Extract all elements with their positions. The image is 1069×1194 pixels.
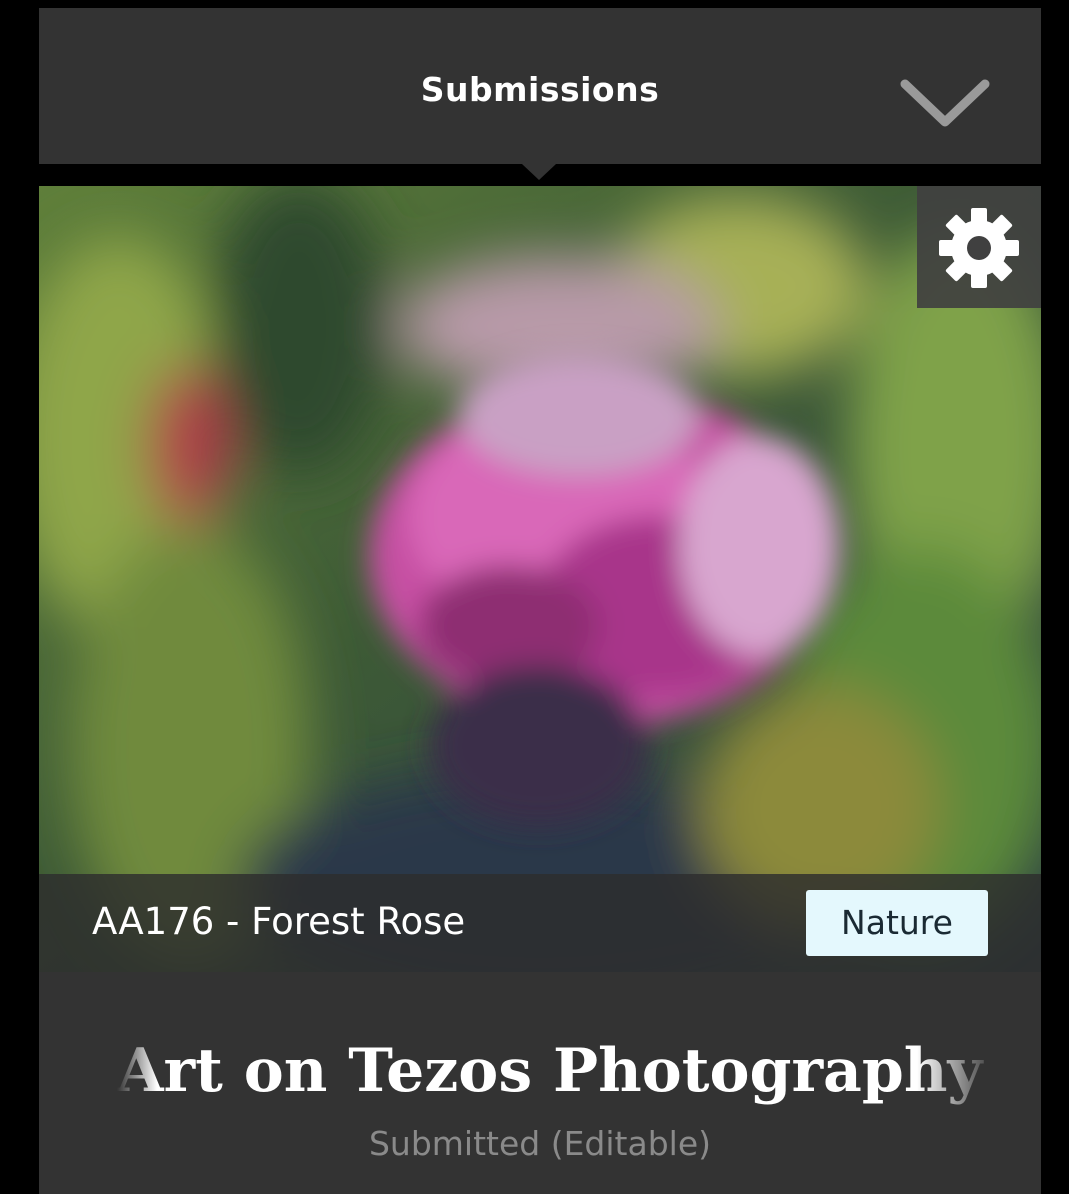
submission-caption: AA176 - Forest Rose (92, 900, 466, 943)
forest-rose-image (39, 186, 1041, 972)
dropdown-pointer (522, 164, 556, 180)
gear-icon (939, 208, 1019, 288)
chevron-down-icon[interactable] (897, 74, 993, 134)
dropdown-title: Submissions (420, 70, 660, 109)
contest-title[interactable]: Art on Tezos Photography P (117, 1036, 997, 1106)
status-text: Submitted (Editable) (368, 1124, 712, 1163)
settings-button[interactable] (917, 186, 1041, 308)
category-tag[interactable]: Nature (806, 890, 988, 956)
caption-bar: AA176 - Forest Rose Nature (39, 874, 1041, 972)
app-screen: Submissions AA176 - Forest Rose Nature A… (0, 0, 1069, 1194)
submission-photo[interactable]: AA176 - Forest Rose Nature (39, 186, 1041, 972)
submissions-dropdown[interactable]: Submissions (39, 8, 1041, 164)
submission-card[interactable]: AA176 - Forest Rose Nature Art on Tezos … (39, 186, 1041, 1194)
